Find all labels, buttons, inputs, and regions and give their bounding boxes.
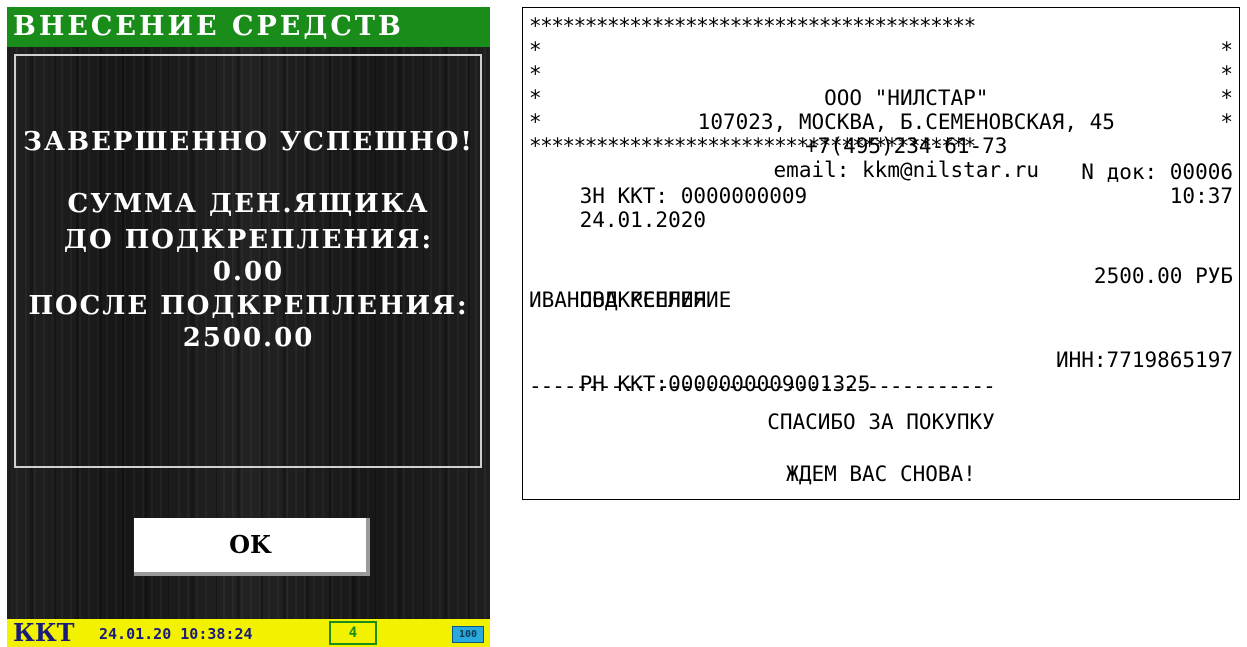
receipt-inn: ИНН:7719865197 xyxy=(1055,348,1233,372)
message-before-value: 0.00 xyxy=(212,257,285,287)
message-before-label: ДО ПОДКРЕПЛЕНИЯ: xyxy=(63,225,434,255)
status-datetime: 24.01.20 10:38:24 xyxy=(99,625,253,643)
screen-title: ВНЕСЕНИЕ СРЕДСТВ xyxy=(7,7,490,47)
kkt-device-screen: ВНЕСЕНИЕ СРЕДСТВ ЗАВЕРШЕННО УСПЕШНО! СУМ… xyxy=(7,7,490,647)
receipt-amount: 2500.00 РУБ xyxy=(1093,264,1233,288)
message-after-value: 2500.00 xyxy=(182,323,315,353)
receipt-doc-no: N док: 00006 xyxy=(1081,160,1233,184)
receipt-stars-bottom: **************************************** xyxy=(529,134,976,158)
receipt-goodbye: ЖДЕМ ВАС СНОВА! xyxy=(786,462,976,486)
receipt-star-right: * xyxy=(1220,62,1233,86)
receipt-cashier: ИВАНОВА КСЕНИЯ xyxy=(529,288,707,312)
receipt-operation-row: ПОДКРЕПЛЕНИЕ 2500.00 РУБ xyxy=(529,264,1233,360)
receipt-star-left: * xyxy=(529,38,542,62)
receipt-thanks: СПАСИБО ЗА ПОКУПКУ xyxy=(767,410,995,434)
receipt-date: 24.01.2020 xyxy=(579,208,707,232)
status-counter: 4 xyxy=(329,621,377,645)
kkt-label: ККТ xyxy=(13,618,75,647)
receipt-stars-top: **************************************** xyxy=(529,14,976,38)
receipt-dash-separator: ---------------------------------------- xyxy=(529,374,996,398)
receipt-star-right: * xyxy=(1220,38,1233,62)
receipt: ****************************************… xyxy=(522,7,1240,500)
receipt-star-right: * xyxy=(1220,110,1233,134)
receipt-star-left: * xyxy=(529,62,542,86)
status-bar: ККТ 24.01.20 10:38:24 4 100 xyxy=(7,619,490,647)
receipt-star-left: * xyxy=(529,110,542,134)
receipt-star-left: * xyxy=(529,86,542,110)
message-drawer-sum: СУММА ДЕН.ЯЩИКА xyxy=(67,189,430,219)
battery-icon: 100 xyxy=(452,626,484,643)
message-success: ЗАВЕРШЕННО УСПЕШНО! xyxy=(23,127,474,157)
receipt-star-right: * xyxy=(1220,86,1233,110)
ok-button[interactable]: OK xyxy=(134,518,370,576)
message-after-label: ПОСЛЕ ПОДКРЕПЛЕНИЯ: xyxy=(28,291,469,321)
receipt-time: 10:37 xyxy=(1169,184,1233,208)
